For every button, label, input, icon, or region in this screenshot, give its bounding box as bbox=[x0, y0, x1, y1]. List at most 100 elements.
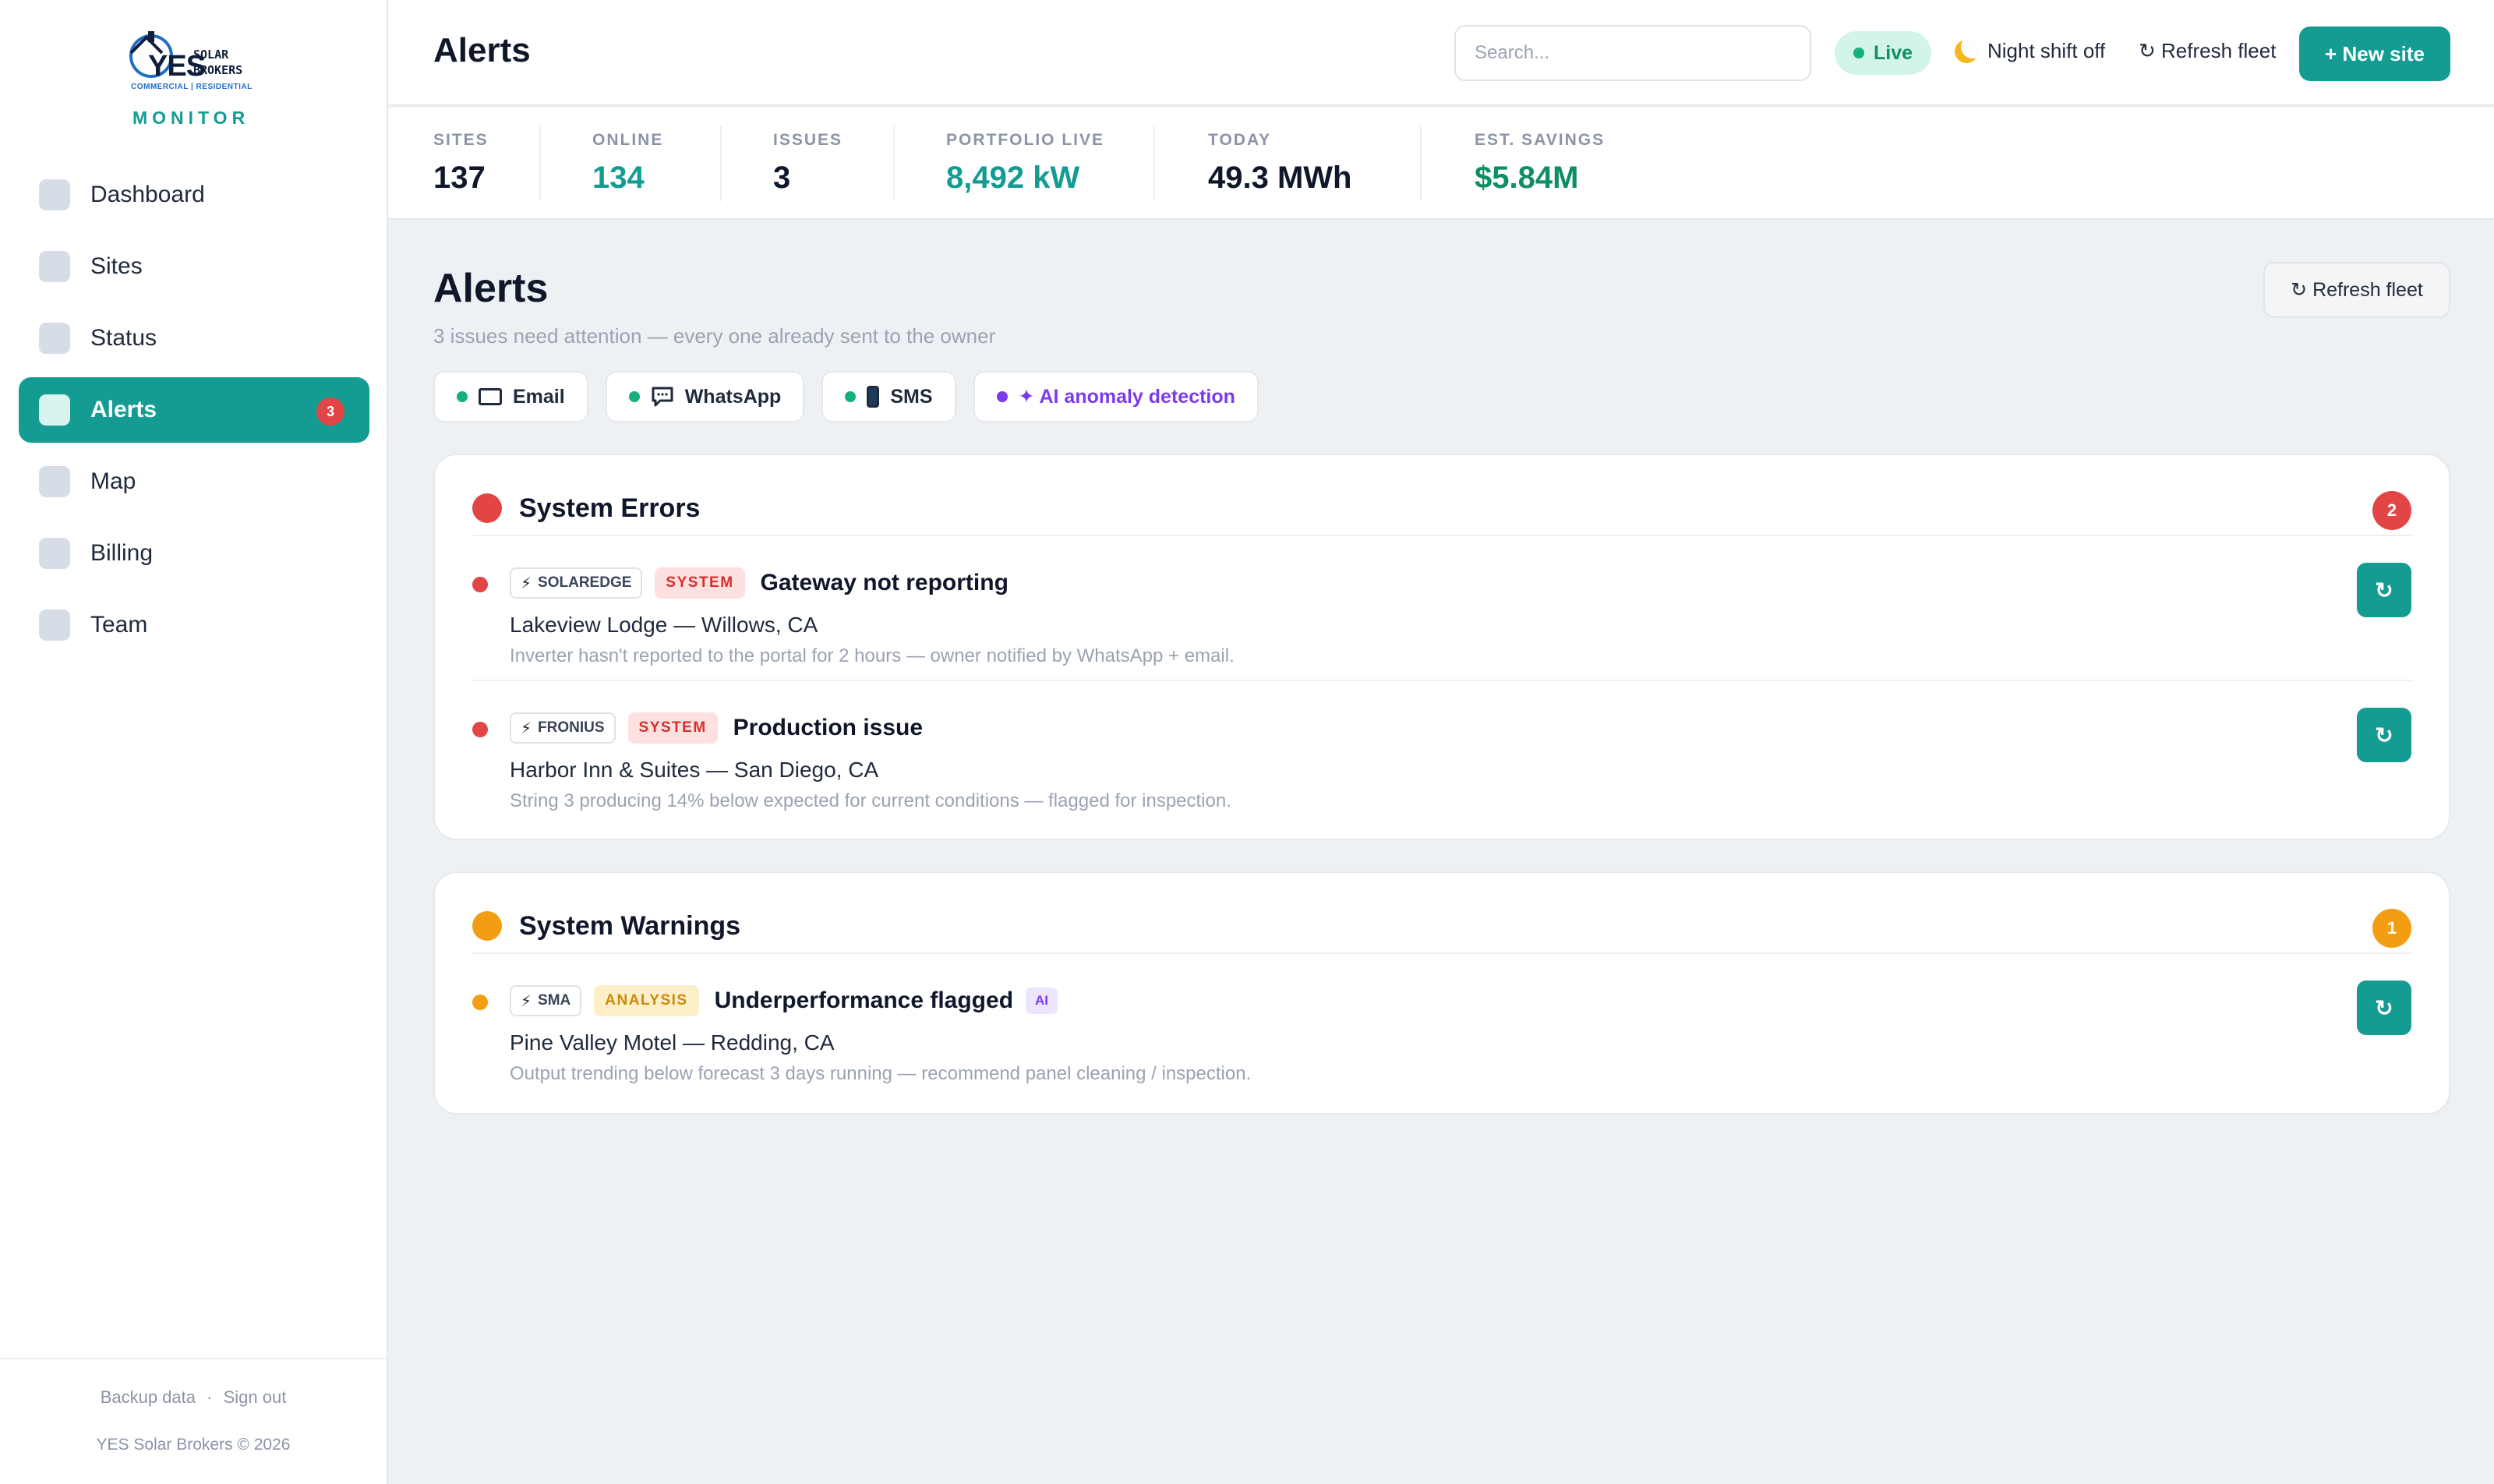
sign-out-link[interactable]: Sign out bbox=[224, 1387, 287, 1407]
sidebar-item-sites[interactable]: Sites bbox=[19, 234, 369, 299]
logo-side-text: SOLAR BROKERS bbox=[193, 48, 243, 77]
stat-value: 8,492 kW bbox=[946, 161, 1080, 195]
system-warnings-card: System Warnings 1 ⚡ SMA ANALYSIS Underpe… bbox=[433, 871, 2450, 1115]
product-name: MONITOR bbox=[132, 108, 250, 128]
alert-description: String 3 producing 14% below expected fo… bbox=[510, 790, 1231, 811]
stat-today: TODAY 49.3 MWh bbox=[1208, 131, 1351, 196]
stats-bar: SITES 137 ONLINE 134 ISSUES 3 PORTFOLIO … bbox=[388, 108, 2494, 220]
sidebar-item-billing[interactable]: Billing bbox=[19, 521, 369, 586]
sidebar-nav: Dashboard Sites Status Alerts 3 Map Bill… bbox=[19, 162, 369, 664]
bolt-icon: ⚡ bbox=[521, 574, 532, 592]
live-label: Live bbox=[1873, 41, 1913, 64]
vendor-tag: ⚡ SOLAREDGE bbox=[510, 567, 643, 599]
vendor-tag: ⚡ FRONIUS bbox=[510, 712, 616, 744]
status-dot-icon bbox=[457, 391, 468, 402]
vendor-tag: ⚡ SMA bbox=[510, 985, 582, 1016]
divider bbox=[720, 126, 722, 201]
sidebar-item-dashboard[interactable]: Dashboard bbox=[19, 162, 369, 228]
type-tag: SYSTEM bbox=[655, 567, 745, 599]
sidebar-item-label: Alerts bbox=[90, 397, 157, 422]
severity-dot-icon bbox=[472, 577, 488, 592]
sidebar-item-map[interactable]: Map bbox=[19, 449, 369, 514]
backup-data-link[interactable]: Backup data bbox=[101, 1387, 196, 1407]
channel-whatsapp-chip[interactable]: WhatsApp bbox=[605, 371, 805, 422]
severity-dot-icon bbox=[472, 995, 488, 1010]
night-shift-label: Night shift off bbox=[1987, 39, 2106, 62]
stat-label: SITES bbox=[433, 131, 489, 149]
chip-label: ✦ AI anomaly detection bbox=[1018, 386, 1235, 408]
channel-sms-chip[interactable]: SMS bbox=[821, 371, 956, 422]
alerts-icon bbox=[39, 394, 70, 426]
divider bbox=[539, 126, 541, 201]
footer-links: Backup data · Sign out bbox=[0, 1387, 387, 1408]
stat-label: ISSUES bbox=[773, 131, 843, 149]
map-icon bbox=[39, 466, 70, 497]
alert-title: Underperformance flagged bbox=[714, 988, 1014, 1013]
live-status-badge[interactable]: Live bbox=[1835, 31, 1931, 75]
status-dot-icon bbox=[996, 391, 1008, 402]
channel-email-chip[interactable]: Email bbox=[433, 371, 588, 422]
sites-icon bbox=[39, 251, 70, 282]
new-site-button[interactable]: + New site bbox=[2299, 26, 2450, 81]
chip-label: Email bbox=[513, 385, 565, 408]
sidebar-item-status[interactable]: Status bbox=[19, 306, 369, 371]
bolt-icon: ⚡ bbox=[521, 719, 532, 737]
error-count-badge: 2 bbox=[2372, 491, 2411, 530]
refresh-fleet-button[interactable]: ↻ Refresh fleet bbox=[2263, 262, 2450, 318]
vendor-label: SMA bbox=[538, 992, 571, 1009]
sidebar-item-label: Map bbox=[90, 468, 136, 494]
alert-title: Production issue bbox=[733, 715, 924, 740]
phone-icon bbox=[867, 386, 880, 408]
moon-icon bbox=[1955, 39, 1978, 63]
severity-dot-icon bbox=[472, 722, 488, 737]
brand-logo[interactable]: YES SOLAR BROKERS COMMERCIAL | RESIDENTI… bbox=[128, 30, 262, 131]
sidebar-item-team[interactable]: Team bbox=[19, 592, 369, 658]
stat-label: PORTFOLIO LIVE bbox=[946, 131, 1105, 149]
vendor-label: SOLAREDGE bbox=[538, 574, 632, 591]
card-title: System Warnings bbox=[519, 910, 741, 941]
refresh-alert-button[interactable]: ↻ bbox=[2357, 563, 2411, 617]
stat-online: ONLINE 134 bbox=[592, 131, 663, 196]
alerts-count-badge: 3 bbox=[316, 398, 344, 426]
status-icon bbox=[39, 323, 70, 354]
stat-label: ONLINE bbox=[592, 131, 664, 149]
chip-label: WhatsApp bbox=[684, 385, 782, 408]
alert-site[interactable]: Pine Valley Motel — Redding, CA bbox=[510, 1030, 835, 1055]
night-shift-toggle[interactable]: Night shift off bbox=[1955, 39, 2105, 63]
refresh-fleet-link[interactable]: ↻ Refresh fleet bbox=[2139, 39, 2276, 63]
stat-value: 3 bbox=[773, 161, 791, 195]
page-title: Alerts bbox=[433, 31, 531, 69]
divider bbox=[472, 680, 2411, 681]
alert-site[interactable]: Lakeview Lodge — Willows, CA bbox=[510, 613, 818, 638]
stat-label: EST. SAVINGS bbox=[1475, 131, 1606, 149]
section-title: Alerts bbox=[433, 266, 549, 311]
stat-value: 137 bbox=[433, 161, 486, 195]
refresh-alert-button[interactable]: ↻ bbox=[2357, 980, 2411, 1035]
sidebar-item-label: Dashboard bbox=[90, 182, 205, 207]
live-dot-icon bbox=[1853, 48, 1864, 58]
refresh-alert-button[interactable]: ↻ bbox=[2357, 708, 2411, 762]
stat-value: 49.3 MWh bbox=[1208, 161, 1352, 195]
search-input[interactable] bbox=[1454, 25, 1811, 81]
stat-est-savings: EST. SAVINGS $5.84M bbox=[1475, 131, 1605, 196]
divider bbox=[472, 952, 2411, 954]
top-bar: Alerts Live Night shift off ↻ Refresh fl… bbox=[388, 0, 2494, 106]
ai-badge: AI bbox=[1026, 988, 1058, 1014]
divider bbox=[1153, 126, 1155, 201]
channel-ai-anomaly-chip[interactable]: ✦ AI anomaly detection bbox=[973, 371, 1259, 422]
status-dot-icon bbox=[845, 391, 857, 402]
alert-site[interactable]: Harbor Inn & Suites — San Diego, CA bbox=[510, 758, 878, 783]
sidebar-item-alerts[interactable]: Alerts 3 bbox=[19, 377, 369, 443]
alert-tags: ⚡ SOLAREDGE SYSTEM Gateway not reporting bbox=[510, 567, 1009, 599]
card-header: System Errors 2 bbox=[472, 485, 2411, 532]
sidebar-footer: Backup data · Sign out YES Solar Brokers… bbox=[0, 1358, 387, 1484]
logo-tagline: COMMERCIAL | RESIDENTIAL bbox=[131, 83, 253, 91]
alert-item: ⚡ FRONIUS SYSTEM Production issue Harbor… bbox=[472, 697, 2411, 814]
sidebar-item-label: Status bbox=[90, 325, 157, 351]
copyright: YES Solar Brokers © 2026 bbox=[96, 1436, 291, 1454]
alert-description: Output trending below forecast 3 days ru… bbox=[510, 1063, 1252, 1084]
alert-tags: ⚡ SMA ANALYSIS Underperformance flagged … bbox=[510, 985, 1058, 1016]
alert-title: Gateway not reporting bbox=[760, 570, 1009, 595]
sidebar-item-label: Team bbox=[90, 612, 148, 638]
stat-sites: SITES 137 bbox=[433, 131, 489, 196]
